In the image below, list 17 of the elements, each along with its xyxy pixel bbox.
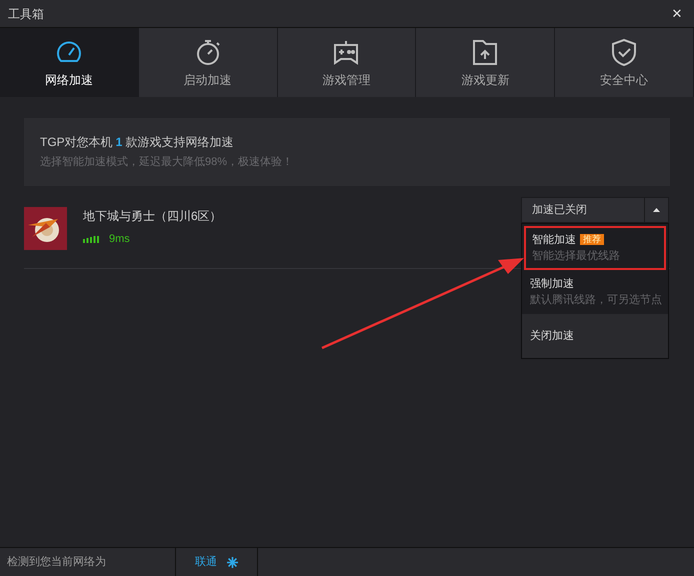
close-button[interactable]: ✕ [668, 4, 686, 24]
menu-item[interactable]: 智能加速 推荐 智能选择最优线路 [524, 226, 666, 270]
info-subtitle: 选择智能加速模式，延迟最大降低98%，极速体验！ [40, 155, 294, 170]
status-text: 检测到您当前网络为 [0, 548, 176, 576]
dropdown-button[interactable]: 加速已关闭 [521, 197, 669, 223]
menu-item[interactable]: 强制加速 默认腾讯线路，可另选节点 [522, 270, 668, 314]
ping-text: 9ms [109, 232, 130, 247]
tab[interactable]: 安全中心 [555, 28, 694, 97]
recommended-badge: 推荐 [580, 234, 604, 246]
tab[interactable]: 游戏更新 [416, 28, 556, 97]
menu-item[interactable]: 关闭加速 [522, 314, 668, 358]
info-text: TGP对您本机 1 款游戏支持网络加速 [40, 134, 234, 152]
network-name: 联通 [195, 554, 217, 570]
tab[interactable]: 游戏管理 [278, 28, 416, 97]
game-name: 地下城与勇士（四川6区） [83, 208, 222, 225]
tab[interactable]: 启动加速 [138, 28, 278, 97]
window-title: 工具箱 [8, 6, 44, 22]
